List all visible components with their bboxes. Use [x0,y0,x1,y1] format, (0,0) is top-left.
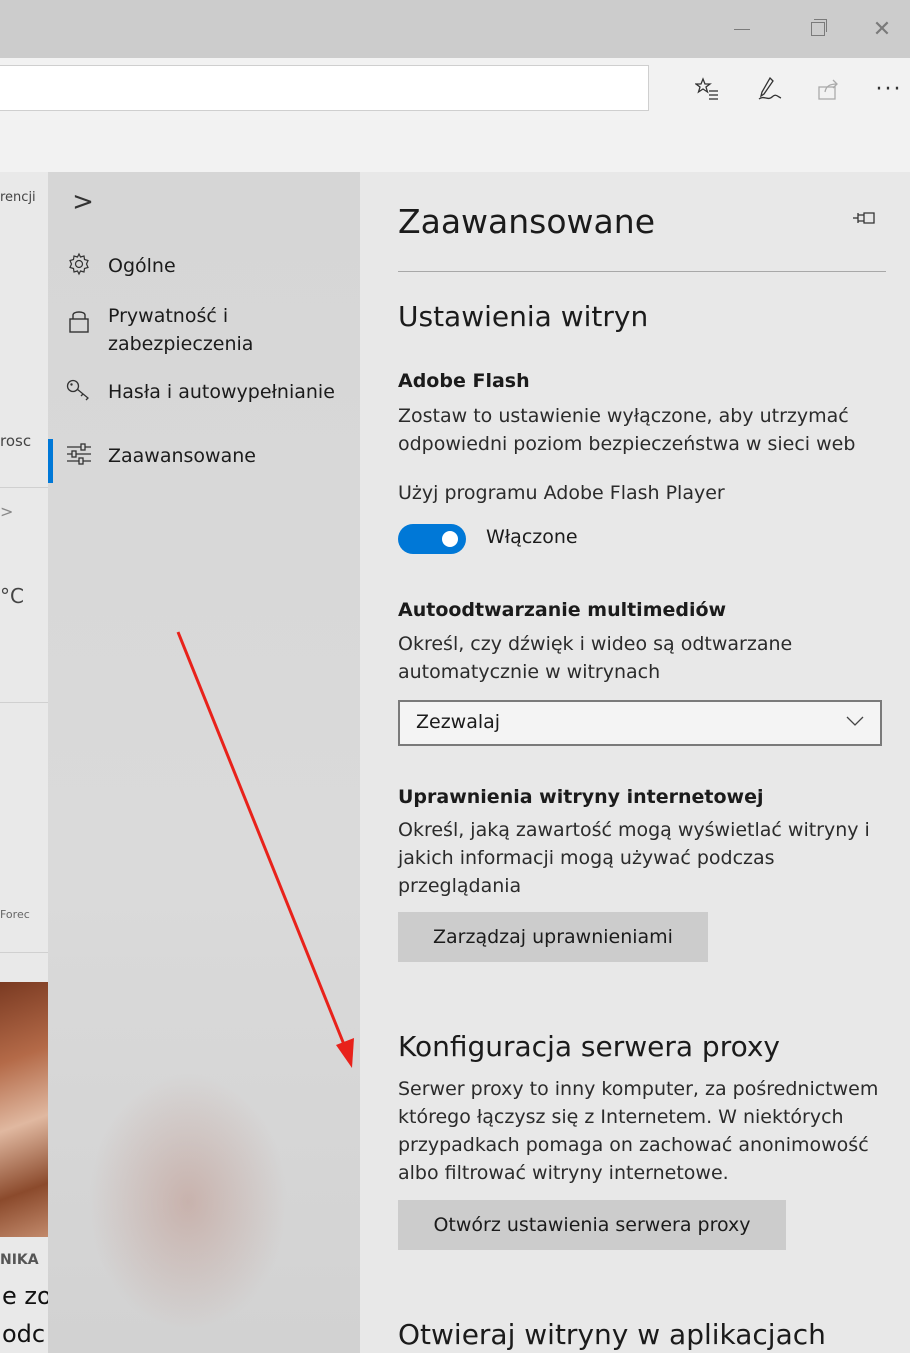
pin-icon[interactable] [852,210,876,231]
bg-text-fragment: rencji [0,190,36,205]
nav-item-general[interactable]: Ogólne [48,252,360,280]
nav-item-advanced[interactable]: Zaawansowane [48,442,360,470]
close-icon: ✕ [872,16,892,42]
nav-item-label: Ogólne [108,255,176,277]
section-title-site-settings: Ustawienia witryn [398,300,649,333]
address-bar[interactable] [0,65,649,111]
flash-heading: Adobe Flash [398,370,530,392]
chevron-right-icon: > [72,187,94,217]
nav-item-label: Prywatność i zabezpieczenia [108,305,254,355]
restore-icon [811,19,827,36]
favorites-list-icon[interactable] [690,74,724,104]
browser-toolbar: ··· [0,58,910,122]
autoplay-selected-value: Zezwalaj [416,711,501,733]
bg-text-fragment: °C [0,584,24,608]
minimize-icon [734,28,750,30]
bg-photo [0,982,50,1237]
manage-permissions-button[interactable]: Zarządzaj uprawnieniami [398,912,708,962]
toggle-knob [442,531,458,547]
pen-icon[interactable] [752,74,786,104]
section-title-apps: Otwieraj witryny w aplikacjach [398,1318,826,1351]
page-title: Zaawansowane [398,202,655,241]
window-titlebar: ✕ [0,0,910,58]
autoplay-select[interactable]: Zezwalaj [398,700,882,746]
bg-text-fragment: odc [2,1320,46,1348]
nav-item-label: Hasła i autowypełnianie [108,381,335,403]
more-icon[interactable]: ··· [872,74,906,104]
nav-item-label: Zaawansowane [108,445,256,467]
bg-text-fragment: e zo [2,1282,50,1310]
chevron-down-icon [844,710,866,737]
acrylic-blur [88,1072,288,1332]
nav-item-privacy[interactable]: Prywatność i zabezpieczenia [48,302,360,358]
background-page: rencji rosc > °C Forec NIKA e zo odc [0,172,50,1353]
key-icon [64,378,94,402]
open-proxy-settings-button[interactable]: Otwórz ustawienia serwera proxy [398,1200,786,1250]
bg-text-fragment: Forec [0,908,30,921]
bg-divider [0,952,50,953]
flash-toggle-state: Włączone [486,526,578,548]
proxy-description: Serwer proxy to inny komputer, za pośred… [398,1078,879,1184]
expand-nav-button[interactable]: > [68,186,98,218]
close-button[interactable]: ✕ [852,0,910,58]
settings-nav-pane: > Ogólne Prywatność i zabezpieczenia Has… [48,172,360,1353]
share-icon[interactable] [812,74,846,104]
permissions-description: Określ, jaką zawartość mogą wyświetlać w… [398,819,870,897]
bg-text-fragment: > [0,502,14,521]
bg-divider [0,487,50,488]
flash-toggle-label: Użyj programu Adobe Flash Player [398,482,725,504]
tab-strip-row [0,122,910,172]
section-title-proxy: Konfiguracja serwera proxy [398,1030,781,1063]
flash-description: Zostaw to ustawienie wyłączone, aby utrz… [398,405,856,455]
lock-icon [64,308,94,334]
sliders-icon [64,442,94,466]
settings-panel: Zaawansowane Ustawienia witryn Adobe Fla… [360,172,910,1353]
autoplay-description: Określ, czy dźwięk i wideo są odtwarzane… [398,633,793,683]
minimize-button[interactable] [712,0,772,58]
nav-item-passwords[interactable]: Hasła i autowypełnianie [48,378,360,406]
autoplay-heading: Autoodtwarzanie multimediów [398,599,727,621]
flash-toggle[interactable] [398,524,466,554]
bg-text-fragment: NIKA [0,1252,39,1268]
bg-text-fragment: rosc [0,432,32,450]
bg-divider [0,702,50,703]
divider [398,271,886,272]
gear-icon [64,252,94,276]
maximize-button[interactable] [788,0,848,58]
permissions-heading: Uprawnienia witryny internetowej [398,786,764,808]
